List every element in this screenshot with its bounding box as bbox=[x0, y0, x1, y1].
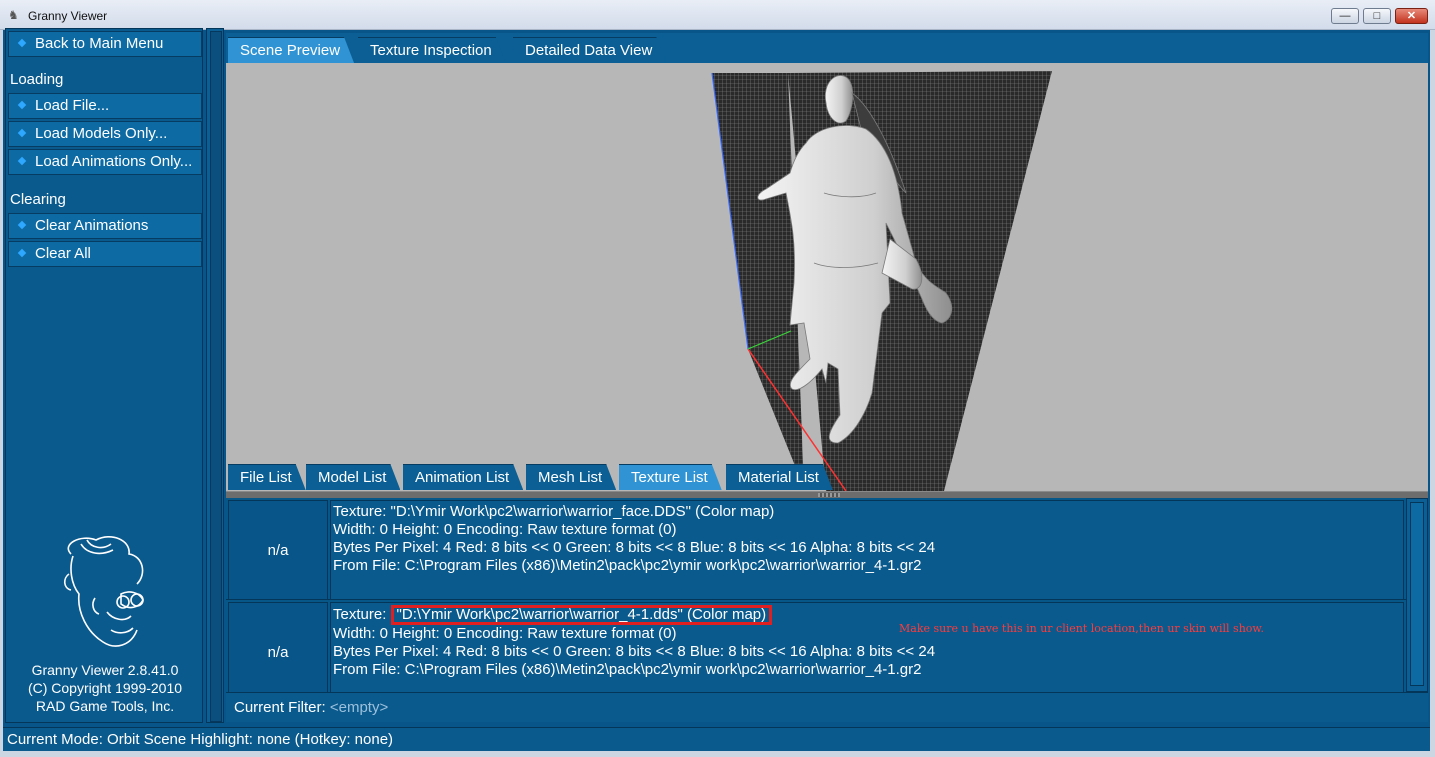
texture-thumbnail: n/a bbox=[228, 500, 328, 600]
tab-texture-inspection[interactable]: Texture Inspection bbox=[358, 37, 506, 63]
maximize-button[interactable]: □ bbox=[1363, 8, 1391, 24]
list-scrollbar[interactable] bbox=[1406, 498, 1428, 692]
copyright-label: (C) Copyright 1999-2010 bbox=[27, 680, 183, 696]
tab-scene-preview[interactable]: Scene Preview bbox=[228, 37, 354, 63]
scrollbar-thumb[interactable] bbox=[1410, 502, 1424, 686]
loading-section-label: Loading bbox=[10, 71, 64, 88]
load-models-label: Load Models Only... bbox=[35, 125, 168, 142]
texture-list: n/a Texture: "D:\Ymir Work\pc2\warrior\w… bbox=[226, 498, 1406, 692]
scene-viewport[interactable] bbox=[226, 63, 1428, 491]
texture-thumbnail: n/a bbox=[228, 602, 328, 692]
texture-info: Texture: "D:\Ymir Work\pc2\warrior\warri… bbox=[330, 500, 1404, 600]
texture-name-line: Texture: "D:\Ymir Work\pc2\warrior\warri… bbox=[333, 503, 1403, 521]
tab-file-list[interactable]: File List bbox=[228, 464, 306, 490]
back-to-main-menu-button[interactable]: Back to Main Menu bbox=[8, 31, 202, 57]
texture-path: "D:\Ymir Work\pc2\warrior\warrior_face.D… bbox=[390, 503, 775, 520]
top-tab-bar: Scene Preview Texture Inspection Detaile… bbox=[226, 33, 1428, 63]
status-bar: Current Mode: Orbit Scene Highlight: non… bbox=[3, 727, 1430, 751]
texture-format-line: Bytes Per Pixel: 4 Red: 8 bits << 0 Gree… bbox=[333, 643, 936, 660]
tab-texture-list[interactable]: Texture List bbox=[619, 464, 722, 490]
load-file-button[interactable]: Load File... bbox=[8, 93, 202, 119]
tab-mesh-list[interactable]: Mesh List bbox=[526, 464, 616, 490]
clear-animations-label: Clear Animations bbox=[35, 217, 149, 234]
filter-label: Current Filter: bbox=[234, 699, 330, 716]
company-label: RAD Game Tools, Inc. bbox=[35, 698, 175, 714]
clear-all-label: Clear All bbox=[35, 245, 91, 262]
texture-prefix: Texture: bbox=[333, 606, 391, 623]
texture-source-line: From File: C:\Program Files (x86)\Metin2… bbox=[333, 557, 922, 574]
close-button[interactable]: ✕ bbox=[1395, 8, 1428, 24]
highlighted-texture-path: "D:\Ymir Work\pc2\warrior\warrior_4-1.dd… bbox=[390, 605, 773, 625]
scene-render bbox=[711, 71, 1052, 491]
title-bar: ♞ Granny Viewer — □ ✕ bbox=[0, 0, 1435, 30]
texture-prefix: Texture: bbox=[333, 503, 391, 520]
list-item[interactable]: n/a Texture: "D:\Ymir Work\pc2\warrior\w… bbox=[226, 498, 1406, 600]
diamond-icon bbox=[17, 156, 27, 166]
filter-value[interactable]: <empty> bbox=[330, 699, 388, 716]
vertical-splitter[interactable] bbox=[206, 28, 224, 723]
sidebar: Back to Main Menu Loading Load File... L… bbox=[5, 28, 203, 723]
clear-all-button[interactable]: Clear All bbox=[8, 241, 202, 267]
load-animations-label: Load Animations Only... bbox=[35, 153, 193, 170]
list-item[interactable]: n/a Texture: "D:\Ymir Work\pc2\warrior\w… bbox=[226, 600, 1406, 692]
app-icon: ♞ bbox=[8, 8, 19, 22]
diamond-icon bbox=[17, 100, 27, 110]
tab-material-list[interactable]: Material List bbox=[726, 464, 833, 490]
load-file-label: Load File... bbox=[35, 97, 110, 114]
diamond-icon bbox=[17, 128, 27, 138]
texture-source-line: From File: C:\Program Files (x86)\Metin2… bbox=[333, 661, 922, 678]
back-label: Back to Main Menu bbox=[35, 35, 164, 52]
diamond-icon bbox=[17, 38, 27, 48]
annotation-note: Make sure u have this in ur client locat… bbox=[899, 622, 1265, 635]
diamond-icon bbox=[17, 220, 27, 230]
window-title: Granny Viewer bbox=[28, 9, 108, 23]
load-models-button[interactable]: Load Models Only... bbox=[8, 121, 202, 147]
clear-animations-button[interactable]: Clear Animations bbox=[8, 213, 202, 239]
texture-dimensions-line: Width: 0 Height: 0 Encoding: Raw texture… bbox=[333, 521, 677, 538]
texture-format-line: Bytes Per Pixel: 4 Red: 8 bits << 0 Gree… bbox=[333, 539, 936, 556]
texture-info: Texture: "D:\Ymir Work\pc2\warrior\warri… bbox=[330, 602, 1404, 692]
load-animations-button[interactable]: Load Animations Only... bbox=[8, 149, 202, 175]
tab-animation-list[interactable]: Animation List bbox=[403, 464, 523, 490]
diamond-icon bbox=[17, 248, 27, 258]
version-label: Granny Viewer 2.8.41.0 bbox=[31, 662, 179, 678]
grid-wall-left bbox=[712, 73, 804, 488]
tab-model-list[interactable]: Model List bbox=[306, 464, 400, 490]
horizontal-splitter[interactable] bbox=[226, 491, 1428, 498]
tab-detailed-data-view[interactable]: Detailed Data View bbox=[513, 37, 666, 63]
filter-bar: Current Filter: <empty> bbox=[226, 692, 1428, 722]
clearing-section-label: Clearing bbox=[10, 191, 66, 208]
granny-mascot-logo bbox=[63, 536, 144, 647]
minimize-button[interactable]: — bbox=[1331, 8, 1359, 24]
